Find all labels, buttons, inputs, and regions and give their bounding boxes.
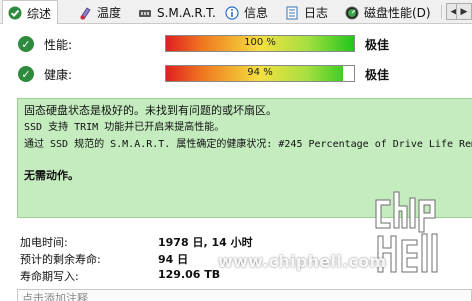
performance-label: 性能: [44, 38, 73, 52]
performance-icon [344, 5, 360, 21]
log-icon [284, 5, 300, 21]
thermometer-icon [77, 5, 93, 21]
tab-label: 综述 [27, 6, 52, 21]
info-key: 寿命期写入: [20, 270, 79, 283]
health-rating: 极佳 [365, 68, 390, 82]
tab-disk-performance[interactable]: 磁盘性能(D) [344, 2, 431, 23]
info-key: 预计的剩余寿命: [20, 253, 101, 266]
tab-label: S.M.A.R.T. [157, 5, 216, 20]
tab-separator [441, 5, 442, 19]
check-icon [7, 5, 23, 21]
info-key: 加电时间: [20, 236, 68, 249]
tab-log[interactable]: 日志 [284, 2, 328, 23]
tab-scroll-right-icon[interactable]: ▶ [456, 3, 472, 20]
tab-label: 温度 [97, 6, 122, 20]
health-row: ✓ 健康: 94 % 极佳 [0, 62, 472, 86]
info-value: 94 日 [158, 253, 189, 266]
status-line: 通过 SSD 规范的 S.M.A.R.T. 属性确定的健康状况: #245 Pe… [24, 139, 472, 150]
info-value: 129.06 TB [158, 268, 221, 281]
tab-smart[interactable]: S.M.A.R.T. [137, 2, 216, 23]
info-icon [224, 5, 240, 21]
health-value: 94 % [247, 67, 273, 78]
health-label: 健康: [44, 68, 73, 82]
tab-temperature[interactable]: 温度 [77, 2, 121, 23]
performance-bar: 100 % [165, 35, 355, 52]
check-icon: ✓ [18, 36, 34, 52]
tab-label: 日志 [304, 6, 329, 20]
check-icon: ✓ [18, 66, 34, 82]
tab-label: 磁盘性能(D) [364, 6, 431, 20]
note-field[interactable]: 点击添加注释 [17, 289, 472, 301]
health-bar: 94 % [165, 65, 355, 82]
status-action: 无需动作。 [24, 169, 79, 182]
tab-bar: 综述 温度 S.M.A.R.T. 信息 日志 磁盘性能(D) ◀ ▶ [0, 0, 472, 25]
watermark-url: www.chiphell.com [218, 252, 387, 271]
tab-label: 信息 [244, 6, 269, 20]
app-window: 综述 温度 S.M.A.R.T. 信息 日志 磁盘性能(D) ◀ ▶ ✓ 性能:… [0, 0, 472, 301]
info-row: 加电时间: 1978 日, 14 小时 [20, 234, 320, 250]
status-line: SSD 支持 TRIM 功能并已开启来提高性能。 [24, 122, 225, 133]
performance-row: ✓ 性能: 100 % 极佳 [0, 32, 472, 56]
performance-value: 100 % [244, 37, 276, 48]
note-placeholder: 点击添加注释 [22, 292, 88, 301]
tab-info[interactable]: 信息 [224, 2, 268, 23]
performance-rating: 极佳 [365, 38, 390, 52]
smart-icon [137, 5, 153, 21]
tab-summary[interactable]: 综述 [2, 0, 59, 25]
status-line: 固态硬盘状态是极好的。未找到有问题的或坏扇区。 [24, 104, 277, 117]
info-value: 1978 日, 14 小时 [158, 236, 253, 249]
